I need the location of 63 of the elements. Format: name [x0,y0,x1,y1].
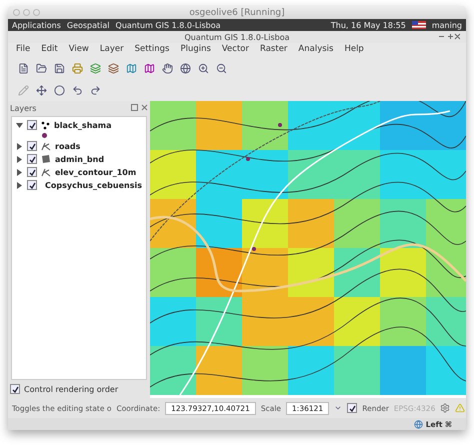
layer-name[interactable]: Copsychus_cebuensis [45,180,142,190]
menu-item[interactable]: Analysis [298,44,334,54]
window-controls[interactable] [438,32,460,40]
app-title: Quantum GIS 1.8.0-Lisboa [184,32,290,42]
dropdown-icon[interactable] [334,404,342,412]
layers-icon[interactable] [108,62,119,74]
polygon-icon [41,154,51,164]
map-icon[interactable] [126,62,137,74]
layer-name[interactable]: elev_contour_10m [55,168,136,176]
menu-item[interactable]: Plugins [180,44,211,54]
expand-arrow[interactable] [16,168,23,176]
lines-icon [41,141,51,151]
menu-item[interactable]: Settings [134,44,170,54]
menu-item[interactable]: Vector [222,44,249,54]
layer-name[interactable]: roads [55,142,80,150]
layer-name[interactable]: black_shama [54,120,112,130]
print-icon[interactable] [72,62,83,74]
expand-arrow[interactable] [16,122,23,128]
menu-item[interactable]: Edit [41,44,58,54]
new-icon[interactable] [18,62,29,74]
globe-icon[interactable] [180,62,191,74]
user-name: maning [432,20,462,30]
panel-title: Layers [10,104,36,113]
layer-checkbox[interactable] [27,120,37,130]
map-icon[interactable] [144,62,155,74]
layer-checkbox[interactable] [27,154,37,164]
layer-name[interactable]: admin_bnd [55,154,104,164]
lines-icon [41,167,51,177]
redo-icon[interactable] [90,84,101,96]
layer-checkbox[interactable] [27,180,37,190]
menu-item[interactable]: File [16,44,30,54]
checkbox[interactable] [10,384,20,394]
move-icon[interactable] [36,84,47,96]
flag-icon [412,21,426,29]
panel-buttons[interactable] [131,104,148,111]
zoom-out-icon[interactable] [216,62,227,74]
menu-item[interactable]: View [68,44,89,54]
layer-checkbox[interactable] [27,141,37,151]
open-icon[interactable] [36,62,47,74]
points-icon [41,120,50,130]
menu-item[interactable]: Layer [100,44,124,54]
clock: Thu, 16 May 18:55 [330,20,406,30]
circle-icon[interactable] [54,84,65,96]
zoom-in-icon[interactable] [198,62,209,74]
undo-icon[interactable] [72,84,83,96]
menu-item[interactable]: Help [344,44,364,54]
layer-checkbox[interactable] [27,167,37,177]
render-checkbox[interactable] [347,403,358,413]
expand-arrow[interactable] [16,156,23,162]
hand-icon[interactable] [162,62,173,74]
settings-icon[interactable] [440,403,450,413]
taskbar-menu[interactable]: Applications [12,20,61,30]
window-title: osgeolive6 [Running] [189,8,285,18]
layers-icon[interactable] [90,62,101,74]
globe-icon[interactable] [414,420,423,428]
expand-arrow[interactable] [16,182,23,188]
taskbar-task[interactable]: Quantum GIS 1.8.0-Lisboa [116,20,221,30]
checkbox-label: Control rendering order [24,384,118,394]
save-icon[interactable] [54,62,65,74]
expand-arrow[interactable] [16,142,23,150]
taskbar-menu[interactable]: Geospatial [66,20,110,30]
menu-item[interactable]: Raster [260,44,288,54]
legend-symbol [42,133,47,138]
